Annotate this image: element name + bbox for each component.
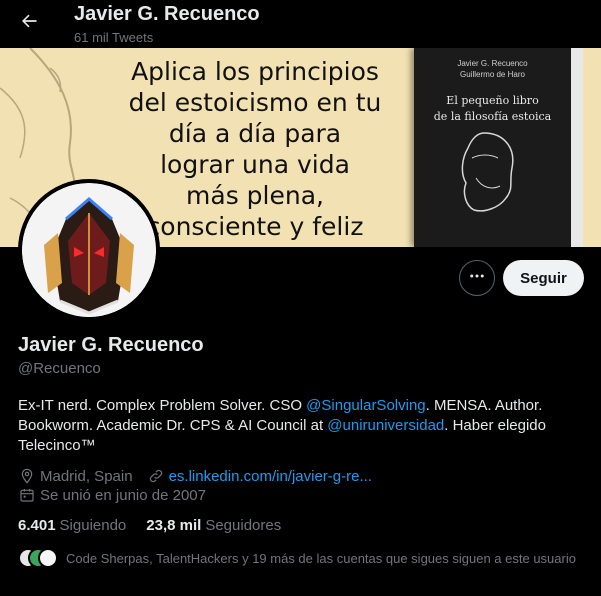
followers-you-know-link[interactable]: Code Sherpas, TalentHackers y 19 más de … bbox=[18, 548, 576, 568]
profile-meta-row: Se unió en junio de 2007 bbox=[18, 486, 206, 504]
location-pin-icon bbox=[18, 467, 36, 485]
tweet-count: 61 mil Tweets bbox=[74, 30, 154, 45]
profile-name: Javier G. Recuenco bbox=[18, 334, 204, 356]
bio-text: Ex-IT nerd. Complex Problem Solver. CSO bbox=[18, 397, 307, 414]
mention-link-uniruniversidad[interactable]: @uniruniversidad bbox=[327, 417, 444, 434]
following-link[interactable]: 6.401 Siguiendo bbox=[18, 517, 126, 534]
follow-button[interactable]: Seguir bbox=[503, 260, 584, 296]
book-title-line: El pequeño libro bbox=[446, 94, 539, 107]
followers-count: 23,8 mil bbox=[146, 517, 202, 534]
banner-line: Aplica los principios bbox=[131, 57, 379, 86]
profile-joined-date: Se unió en junio de 2007 bbox=[40, 486, 206, 504]
avatar-image bbox=[22, 183, 156, 317]
profile-header: Javier G. Recuenco 61 mil Tweets bbox=[0, 0, 601, 48]
calendar-icon bbox=[18, 486, 36, 504]
book-author: Javier G. Recuenco bbox=[457, 59, 528, 68]
arrow-left-icon bbox=[19, 11, 39, 36]
profile-bio: Ex-IT nerd. Complex Problem Solver. CSO … bbox=[18, 396, 578, 456]
header-title: Javier G. Recuenco bbox=[74, 3, 260, 25]
avatar bbox=[38, 548, 58, 568]
profile-handle: @Recuenco bbox=[18, 360, 101, 377]
banner-line: día a día para bbox=[168, 119, 342, 148]
book-author: Guillermo de Haro bbox=[460, 70, 525, 79]
following-count: 6.401 bbox=[18, 517, 56, 534]
profile-location: Madrid, Spain bbox=[40, 467, 133, 485]
profile-avatar[interactable] bbox=[18, 179, 160, 321]
book-title-line: de la filosofía estoica bbox=[433, 110, 552, 123]
book-spine bbox=[571, 48, 583, 247]
book-title: El pequeño libro de la filosofía estoica bbox=[414, 93, 571, 125]
book-cover: Javier G. Recuenco Guillermo de Haro El … bbox=[414, 48, 571, 247]
bust-sketch bbox=[461, 132, 514, 212]
followers-you-know-text: Code Sherpas, TalentHackers y 19 más de … bbox=[66, 550, 576, 566]
banner-line: más plena, bbox=[186, 181, 324, 210]
follower-avatars bbox=[18, 548, 64, 568]
followers-link[interactable]: 23,8 mil Seguidores bbox=[146, 517, 281, 534]
banner-line: del estoicismo en tu bbox=[128, 88, 382, 117]
following-label: Siguiendo bbox=[59, 517, 127, 534]
follow-stats: 6.401 Siguiendo 23,8 mil Seguidores bbox=[18, 517, 301, 534]
link-icon bbox=[147, 467, 165, 485]
book-authors: Javier G. Recuenco Guillermo de Haro bbox=[414, 58, 571, 80]
banner-line: lograr una vida bbox=[160, 150, 350, 179]
profile-website-link[interactable]: es.linkedin.com/in/javier-g-re... bbox=[169, 468, 372, 485]
followers-label: Seguidores bbox=[205, 517, 282, 534]
profile-meta-row: Madrid, Spain es.linkedin.com/in/javier-… bbox=[18, 467, 372, 485]
back-button[interactable] bbox=[12, 6, 46, 40]
more-options-button[interactable] bbox=[459, 260, 495, 296]
ellipsis-icon bbox=[468, 267, 486, 290]
mention-link-singularsolving[interactable]: @SingularSolving bbox=[306, 397, 425, 414]
